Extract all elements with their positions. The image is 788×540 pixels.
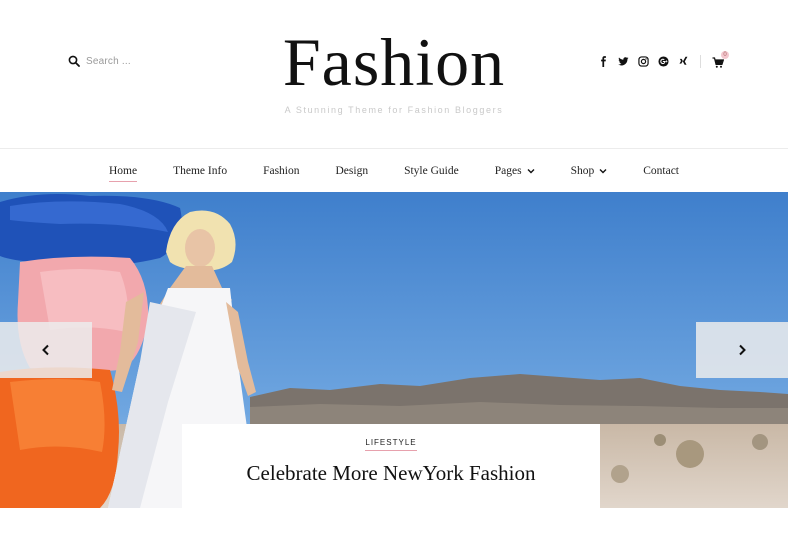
- nav-item-label: Design: [335, 164, 369, 177]
- nav-item-label: Theme Info: [173, 164, 228, 177]
- nav-item-contact[interactable]: Contact: [625, 149, 697, 193]
- googleplus-icon[interactable]: [658, 56, 669, 67]
- slide-caption: LIFESTYLE Celebrate More NewYork Fashion: [182, 424, 600, 508]
- chevron-down-icon: [599, 168, 607, 173]
- nav-item-fashion[interactable]: Fashion: [245, 149, 317, 193]
- xing-icon[interactable]: [678, 56, 689, 67]
- nav-item-pages[interactable]: Pages: [477, 149, 553, 193]
- divider: [700, 55, 701, 68]
- nav-item-home[interactable]: Home: [91, 149, 155, 193]
- nav-item-label: Contact: [643, 164, 679, 177]
- main-navigation: Home Theme Info Fashion Design Style Gui…: [0, 148, 788, 192]
- nav-item-design[interactable]: Design: [318, 149, 387, 193]
- nav-item-theme-info[interactable]: Theme Info: [155, 149, 245, 193]
- nav-item-label: Style Guide: [404, 164, 459, 177]
- nav-item-shop[interactable]: Shop: [553, 149, 626, 193]
- site-header: Search ... Fashion A Stunning Theme for …: [0, 0, 788, 148]
- slider-prev-button[interactable]: [0, 322, 92, 378]
- social-links: 0: [598, 50, 729, 68]
- chevron-right-icon: [739, 344, 746, 356]
- cart-button[interactable]: 0: [712, 50, 729, 68]
- nav-item-label: Shop: [570, 164, 595, 177]
- nav-item-label: Pages: [494, 164, 522, 177]
- twitter-icon[interactable]: [618, 56, 629, 67]
- chevron-left-icon: [42, 344, 49, 356]
- post-category-link[interactable]: LIFESTYLE: [365, 438, 417, 451]
- nav-item-label: Home: [109, 164, 138, 177]
- chevron-down-icon: [527, 168, 535, 173]
- site-tagline: A Stunning Theme for Fashion Bloggers: [284, 105, 504, 115]
- instagram-icon[interactable]: [638, 56, 649, 67]
- nav-item-label: Fashion: [263, 164, 300, 177]
- facebook-icon[interactable]: [598, 56, 609, 67]
- cart-count-badge: 0: [721, 50, 729, 59]
- nav-item-style-guide[interactable]: Style Guide: [386, 149, 477, 193]
- post-title-link[interactable]: Celebrate More NewYork Fashion: [182, 461, 600, 486]
- hero-slider[interactable]: LIFESTYLE Celebrate More NewYork Fashion: [0, 192, 788, 508]
- slider-next-button[interactable]: [696, 322, 788, 378]
